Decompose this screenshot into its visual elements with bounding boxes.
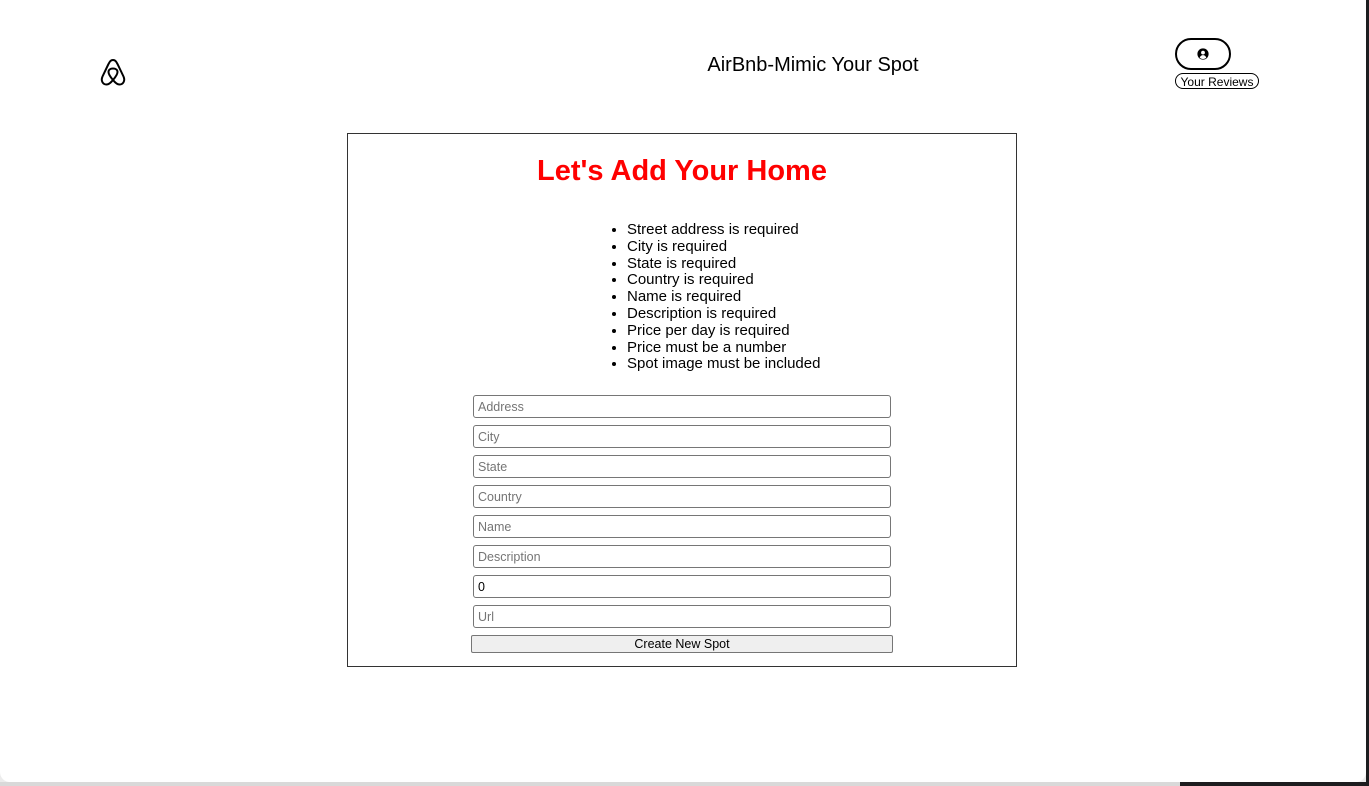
app-window: AirBnb-Mimic Your Spot Your Reviews Let'… bbox=[0, 0, 1366, 782]
error-item: Name is required bbox=[627, 288, 820, 306]
create-spot-form: Let's Add Your Home Street address is re… bbox=[347, 133, 1017, 667]
site-title: AirBnb-Mimic Your Spot bbox=[707, 54, 919, 76]
state-input[interactable] bbox=[473, 455, 891, 478]
image-url-input[interactable] bbox=[473, 605, 891, 628]
create-spot-button[interactable]: Create New Spot bbox=[471, 635, 893, 653]
airbnb-logo-icon[interactable] bbox=[99, 57, 127, 87]
validation-errors-list: Street address is required City is requi… bbox=[607, 221, 820, 373]
error-item: Spot image must be included bbox=[627, 356, 820, 373]
name-input[interactable] bbox=[473, 515, 891, 538]
error-item: City is required bbox=[627, 238, 820, 256]
price-input[interactable] bbox=[473, 575, 891, 598]
error-item: State is required bbox=[627, 255, 820, 273]
description-input[interactable] bbox=[473, 545, 891, 568]
error-item: Street address is required bbox=[627, 221, 820, 239]
error-item: Price per day is required bbox=[627, 322, 820, 340]
your-reviews-button[interactable]: Your Reviews bbox=[1175, 73, 1259, 89]
address-input[interactable] bbox=[473, 395, 891, 418]
city-input[interactable] bbox=[473, 425, 891, 448]
error-item: Price must be a number bbox=[627, 339, 820, 357]
country-input[interactable] bbox=[473, 485, 891, 508]
background-strip bbox=[0, 782, 1369, 786]
error-item: Country is required bbox=[627, 272, 820, 289]
form-heading: Let's Add Your Home bbox=[537, 155, 827, 187]
error-item: Description is required bbox=[627, 305, 820, 323]
user-circle-icon bbox=[1197, 48, 1209, 60]
profile-menu-button[interactable] bbox=[1175, 38, 1231, 70]
